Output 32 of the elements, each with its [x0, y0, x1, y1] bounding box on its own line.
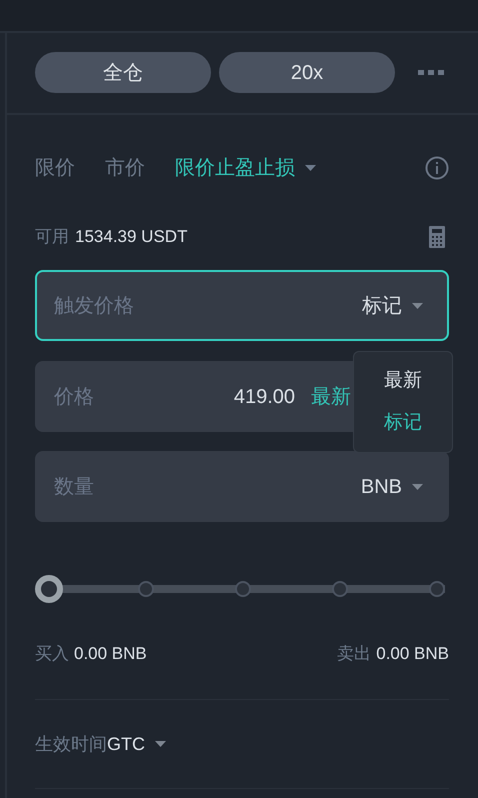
buy-label: 买入 [35, 643, 69, 666]
field-label: 价格 [54, 384, 94, 410]
buy-amount: 0.00 BNB [74, 643, 147, 666]
order-type-tab[interactable]: 限价 [35, 153, 75, 183]
leverage-button[interactable]: 20x [219, 52, 395, 93]
unit-selector[interactable]: 最新 [311, 382, 351, 412]
order-type-tab[interactable]: 市价 [105, 153, 145, 183]
available-label: 可用 [35, 226, 69, 248]
unit-selector[interactable]: BNB [360, 472, 423, 502]
sell-label: 卖出 [337, 643, 372, 666]
slider-step[interactable] [138, 581, 154, 597]
order-type-tab[interactable]: 限价止盈止损 [175, 153, 316, 183]
slider-step[interactable] [332, 581, 348, 597]
sell-amount: 0.00 BNB [376, 643, 449, 666]
input-field[interactable]: 数量 BNB [35, 451, 449, 522]
field-label: 数量 [54, 474, 94, 500]
menu-item[interactable]: 最新 [384, 367, 422, 396]
slider-step[interactable] [429, 581, 445, 597]
unit-selector[interactable]: 标记 [362, 290, 423, 320]
time-in-force-dropdown[interactable]: GTC [107, 730, 166, 758]
field-value: 419.00 [234, 384, 295, 410]
time-in-force-label: 生效时间 [35, 732, 107, 756]
field-label: 触发价格 [54, 294, 134, 318]
more-icon[interactable] [418, 70, 444, 76]
slider-step[interactable] [235, 581, 251, 597]
calculator-icon[interactable] [429, 226, 445, 248]
slider-thumb[interactable] [35, 575, 63, 603]
caret-icon [155, 741, 166, 747]
available-balance: 1534.39 USDT [75, 226, 188, 248]
margin-mode-button[interactable]: 全仓 [35, 52, 211, 93]
info-icon[interactable] [425, 156, 449, 180]
input-field[interactable]: 触发价格 标记 [35, 270, 449, 341]
